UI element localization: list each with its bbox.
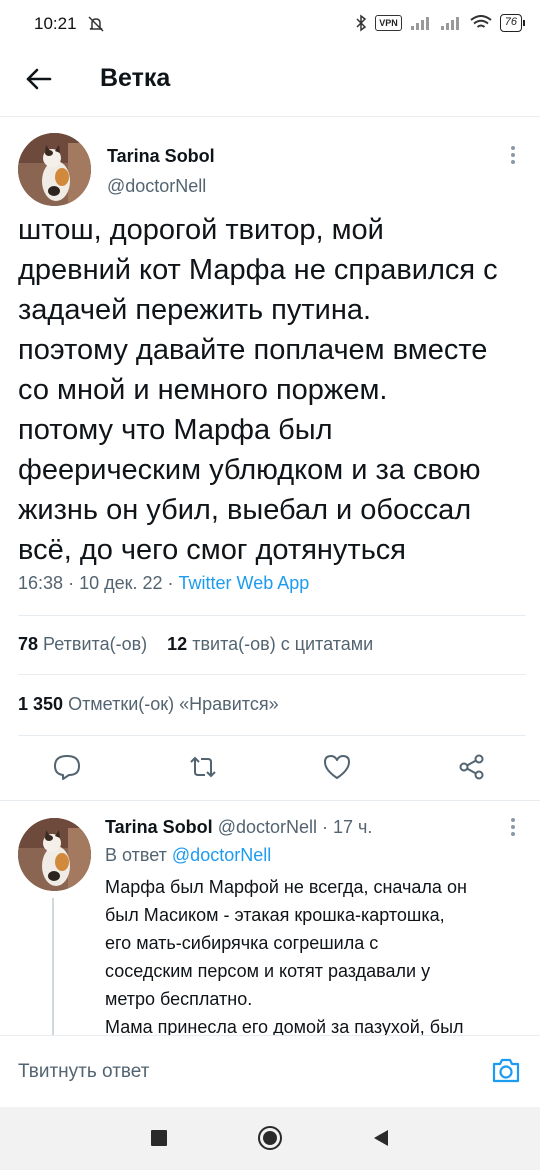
status-time: 10:21 — [34, 14, 77, 33]
status-icons: VPN 76 — [355, 14, 526, 32]
reply-to-link[interactable]: @doctorNell — [172, 845, 271, 865]
tweet-text-line: поэтому давайте поплачем вместе — [18, 334, 488, 366]
more-options-icon[interactable] — [510, 146, 516, 168]
reply-text-line: метро бесплатно. — [105, 989, 253, 1009]
camera-icon[interactable] — [490, 1054, 522, 1086]
wifi-icon — [470, 15, 492, 28]
reply-text-line: Марфа был Марфой не всегда, сначала он — [105, 877, 467, 897]
compose-placeholder[interactable]: Твитнуть ответ — [18, 1061, 149, 1083]
system-nav-bar — [0, 1107, 540, 1170]
retweet-icon[interactable] — [188, 752, 218, 782]
stats-divider — [18, 674, 526, 675]
reply-compose-bar[interactable]: Твитнуть ответ — [0, 1035, 540, 1107]
reply-author-name[interactable]: Tarina Sobol — [105, 817, 213, 837]
tweet-date: 10 дек. 22 — [79, 573, 163, 593]
reply-age: 17 ч. — [333, 817, 373, 837]
tweet-text-line: задачей пережить путина. — [18, 294, 372, 326]
cat-avatar-image — [18, 133, 91, 206]
likes-stats: 1 350 Отметки(-ок) «Нравится» — [18, 694, 279, 715]
page-title: Ветка — [100, 64, 171, 92]
actions-divider — [0, 800, 540, 801]
home-circle-icon[interactable] — [257, 1125, 283, 1151]
vpn-badge: VPN — [375, 15, 402, 31]
reply-more-options-icon[interactable] — [510, 818, 516, 840]
tweet-text: штош, дорогой твитор, мой древний кот Ма… — [18, 210, 526, 570]
tweet-source-link[interactable]: Twitter Web App — [179, 573, 310, 593]
tweet-text-line: штош, дорогой твитор, мой — [18, 214, 384, 246]
author-name[interactable]: Tarina Sobol — [107, 146, 215, 167]
signal-icon-2 — [440, 17, 459, 30]
reply-icon[interactable] — [52, 752, 82, 782]
tweet-text-line: феерическим ублюдком и за свою — [18, 454, 481, 486]
signal-icon — [410, 17, 429, 30]
back-triangle-icon[interactable] — [368, 1125, 394, 1151]
reply-avatar[interactable] — [18, 818, 91, 891]
tweet-text-line: потому что Марфа был — [18, 414, 333, 446]
tweet-meta: 16:38 · 10 дек. 22 · Twitter Web App — [18, 573, 310, 593]
likes-stat[interactable]: 1 350 Отметки(-ок) «Нравится» — [18, 694, 279, 714]
thread-connector-line — [52, 898, 54, 1038]
reply-author-handle[interactable]: @doctorNell — [218, 817, 317, 837]
meta-divider — [18, 615, 526, 616]
reply-text: Марфа был Марфой не всегда, сначала он б… — [105, 873, 525, 1041]
tweet-text-line: древний кот Марфа не справился с — [18, 254, 498, 286]
quotes-stat[interactable]: 12 твита(-ов) с цитатами — [167, 634, 373, 654]
reply-text-line: его мать-сибирячка согрешила с — [105, 933, 379, 953]
tweet-text-line: жизнь он убил, выебал и обоссал — [18, 494, 472, 526]
tweet-text-line: всё, до чего смог дотянуться — [18, 534, 407, 566]
share-icon[interactable] — [457, 752, 487, 782]
back-arrow-icon[interactable] — [22, 62, 56, 96]
avatar[interactable] — [18, 133, 91, 206]
do-not-disturb-icon — [88, 16, 104, 32]
retweet-stats: 78 Ретвита(-ов) 12 твита(-ов) с цитатами — [18, 634, 373, 655]
cat-avatar-image — [18, 818, 91, 891]
bluetooth-icon — [356, 14, 367, 32]
reply-text-line: был Масиком - этакая крошка-картошка, — [105, 905, 445, 925]
header-divider — [0, 116, 540, 117]
tweet-actions — [0, 750, 540, 790]
status-bar: 10:21 VPN 76 — [0, 0, 540, 50]
likes-divider — [18, 735, 526, 736]
retweets-stat[interactable]: 78 Ретвита(-ов) — [18, 634, 147, 654]
reply-to-line: В ответ @doctorNell — [105, 845, 272, 865]
like-heart-icon[interactable] — [322, 752, 352, 782]
reply-text-line: соседским персом и котят раздавали у — [105, 961, 431, 981]
author-handle[interactable]: @doctorNell — [107, 176, 206, 197]
tweet-text-line: со мной и немного поржем. — [18, 374, 388, 406]
reply-header: Tarina Sobol @doctorNell · 17 ч. — [105, 817, 373, 837]
tweet-time: 16:38 — [18, 573, 64, 593]
thread-header: Ветка — [0, 50, 540, 110]
battery-indicator: 76 — [499, 14, 526, 32]
recent-apps-square-icon[interactable] — [146, 1125, 172, 1151]
